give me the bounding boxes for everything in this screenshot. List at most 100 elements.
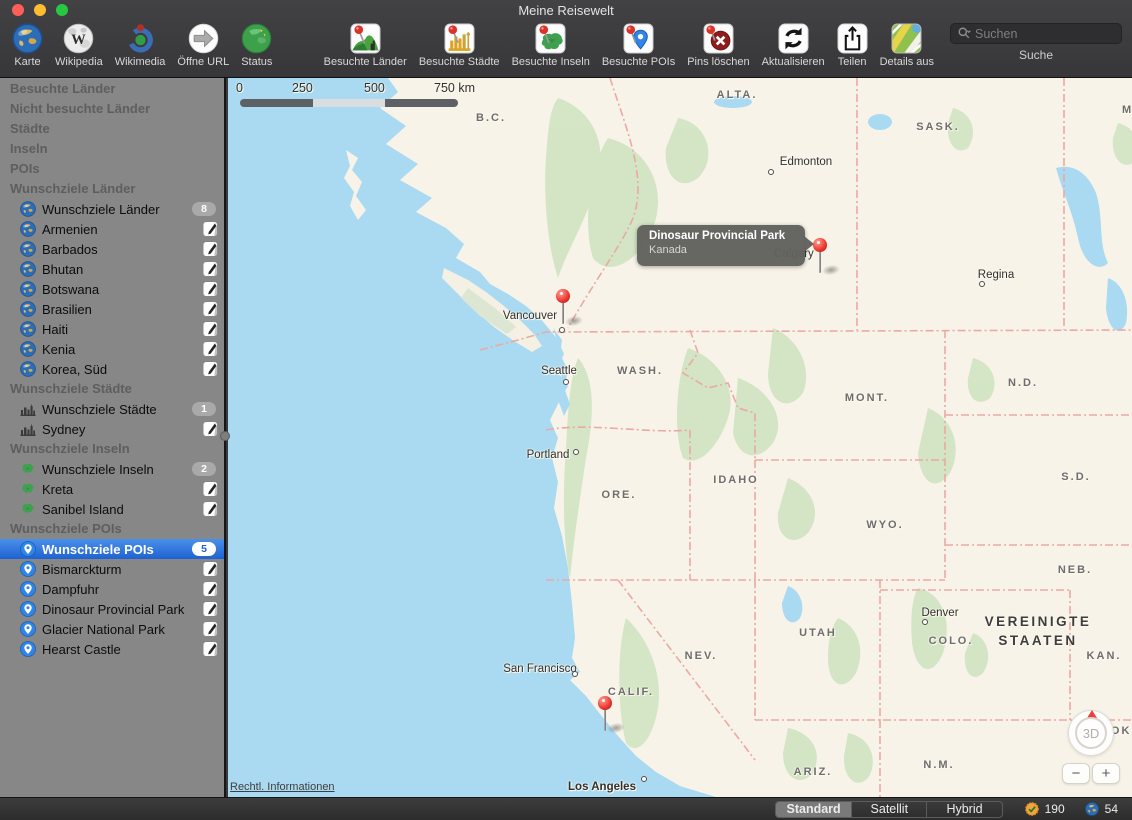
sidebar-item[interactable]: Haiti (0, 319, 224, 339)
edit-note-icon[interactable] (203, 221, 218, 237)
red-map-pin[interactable] (813, 238, 843, 284)
sidebar-item[interactable]: Barbados (0, 239, 224, 259)
map-region-label: VEREINIGTE STAATEN (985, 612, 1092, 650)
wikimedia-icon (125, 23, 156, 54)
sidebar-item[interactable]: Brasilien (0, 299, 224, 319)
sidebar-item[interactable]: Wunschziele Inseln2 (0, 459, 224, 479)
segment-hybrid[interactable]: Hybrid (926, 802, 1001, 817)
edit-note-icon[interactable] (203, 341, 218, 357)
edit-note-icon[interactable] (203, 281, 218, 297)
sidebar-item-label: Armenien (42, 222, 98, 237)
toolbar-button-besuchte-pois[interactable]: Besuchte POIs (602, 23, 675, 68)
toolbar-button-wikipedia[interactable]: WWikipedia (55, 23, 103, 68)
pin-head (556, 289, 570, 303)
edit-note-icon[interactable] (203, 621, 218, 637)
island-icon (20, 501, 36, 517)
edit-note-icon[interactable] (203, 241, 218, 257)
toolbar-button-label: Besuchte POIs (602, 56, 675, 68)
sidebar-item[interactable]: Wunschziele POIs5 (0, 539, 224, 559)
sidebar-item[interactable]: Dampfuhr (0, 579, 224, 599)
globe-icon (20, 241, 36, 257)
zoom-in-button[interactable]: + (1092, 763, 1120, 784)
sidebar-section-header[interactable]: Wunschziele Städte (0, 379, 224, 399)
visited-pois-icon (623, 23, 654, 54)
sidebar-section-header[interactable]: Inseln (0, 139, 224, 159)
edit-note-icon[interactable] (203, 501, 218, 517)
search-field[interactable] (950, 23, 1122, 44)
sidebar-section-header[interactable]: Wunschziele Inseln (0, 439, 224, 459)
toolbar-button-status[interactable]: Status (241, 23, 272, 68)
segment-standard[interactable]: Standard (776, 802, 851, 817)
sidebar-item[interactable]: Wunschziele Länder8 (0, 199, 224, 219)
search-input[interactable] (972, 26, 1115, 42)
edit-note-icon[interactable] (203, 581, 218, 597)
city-icon (20, 401, 36, 417)
map-city-label: Edmonton (780, 156, 832, 168)
zoom-out-button[interactable]: − (1062, 763, 1090, 784)
sidebar-section-header[interactable]: Besuchte Länder (0, 79, 224, 99)
edit-note-icon[interactable] (203, 421, 218, 437)
sidebar-item-label: Botswana (42, 282, 99, 297)
toolbar-button-besuchte-staedte[interactable]: Besuchte Städte (419, 23, 500, 68)
edit-note-icon[interactable] (203, 641, 218, 657)
sidebar-item[interactable]: Sydney (0, 419, 224, 439)
sidebar-item-label: Wunschziele Inseln (42, 462, 154, 477)
sidebar-item[interactable]: Dinosaur Provincial Park (0, 599, 224, 619)
toolbar-button-oeffne-url[interactable]: Öffne URL (177, 23, 229, 68)
edit-note-icon[interactable] (203, 321, 218, 337)
edit-note-icon[interactable] (203, 361, 218, 377)
map-region-label: WYO. (866, 519, 903, 531)
sidebar-item[interactable]: Wunschziele Städte1 (0, 399, 224, 419)
toolbar-button-besuchte-laender[interactable]: Besuchte Länder (324, 23, 407, 68)
sidebar-item[interactable]: Korea, Süd (0, 359, 224, 379)
window-title: Meine Reisewelt (0, 3, 1132, 18)
red-map-pin[interactable] (598, 696, 628, 742)
visited-islands-icon (535, 23, 566, 54)
edit-note-icon[interactable] (203, 301, 218, 317)
sidebar-item-label: Bismarckturm (42, 562, 121, 577)
map-region-label: N.D. (1008, 377, 1038, 389)
map-city-label: San Francisco (503, 663, 577, 675)
toolbar-button-karte[interactable]: Karte (12, 23, 43, 68)
pin-callout[interactable]: Dinosaur Provincial Park Kanada (637, 225, 805, 266)
compass-3d-control[interactable]: 3D (1068, 710, 1114, 756)
edit-note-icon[interactable] (203, 261, 218, 277)
status-bar: Standard Satellit Hybrid 190 54 (0, 797, 1132, 820)
red-map-pin[interactable] (556, 289, 586, 335)
sidebar-item[interactable]: Glacier National Park (0, 619, 224, 639)
visited-cities-icon (444, 23, 475, 54)
sidebar-section-header[interactable]: Nicht besuchte Länder (0, 99, 224, 119)
edit-note-icon[interactable] (203, 481, 218, 497)
sidebar-item[interactable]: Kenia (0, 339, 224, 359)
sidebar-section-header[interactable]: Städte (0, 119, 224, 139)
3d-button[interactable]: 3D (1075, 717, 1107, 749)
sidebar-section-header[interactable]: Wunschziele POIs (0, 519, 224, 539)
edit-note-icon[interactable] (203, 601, 218, 617)
segment-satellit[interactable]: Satellit (851, 802, 926, 817)
toolbar-button-pins-loeschen[interactable]: Pins löschen (687, 23, 749, 68)
legal-info-link[interactable]: Rechtl. Informationen (230, 781, 335, 793)
toolbar-button-besuchte-inseln[interactable]: Besuchte Inseln (512, 23, 590, 68)
map-region-label: UTAH (799, 627, 837, 639)
sidebar-item[interactable]: Hearst Castle (0, 639, 224, 659)
pin-shadow (565, 315, 584, 328)
sidebar-item[interactable]: Botswana (0, 279, 224, 299)
globe-icon (20, 341, 36, 357)
toolbar-button-label: Wikimedia (115, 56, 166, 68)
sidebar-item[interactable]: Kreta (0, 479, 224, 499)
sidebar-item[interactable]: Bhutan (0, 259, 224, 279)
sidebar-splitter-handle[interactable] (220, 431, 230, 441)
sidebar-item[interactable]: Bismarckturm (0, 559, 224, 579)
toolbar-button-teilen[interactable]: Teilen (837, 23, 868, 68)
toolbar-button-wikimedia[interactable]: Wikimedia (115, 23, 166, 68)
sidebar-section-header[interactable]: Wunschziele Länder (0, 179, 224, 199)
toolbar-button-aktualisieren[interactable]: Aktualisieren (762, 23, 825, 68)
island-icon (20, 461, 36, 477)
map-canvas[interactable]: 0 250 500 750 km Dinosaur Provincial Par… (228, 78, 1132, 797)
sidebar-section-header[interactable]: POIs (0, 159, 224, 179)
edit-note-icon[interactable] (203, 561, 218, 577)
map-city-dot (768, 169, 774, 175)
sidebar-item[interactable]: Armenien (0, 219, 224, 239)
sidebar-item[interactable]: Sanibel Island (0, 499, 224, 519)
toolbar-button-details-aus[interactable]: Details aus (880, 23, 934, 68)
